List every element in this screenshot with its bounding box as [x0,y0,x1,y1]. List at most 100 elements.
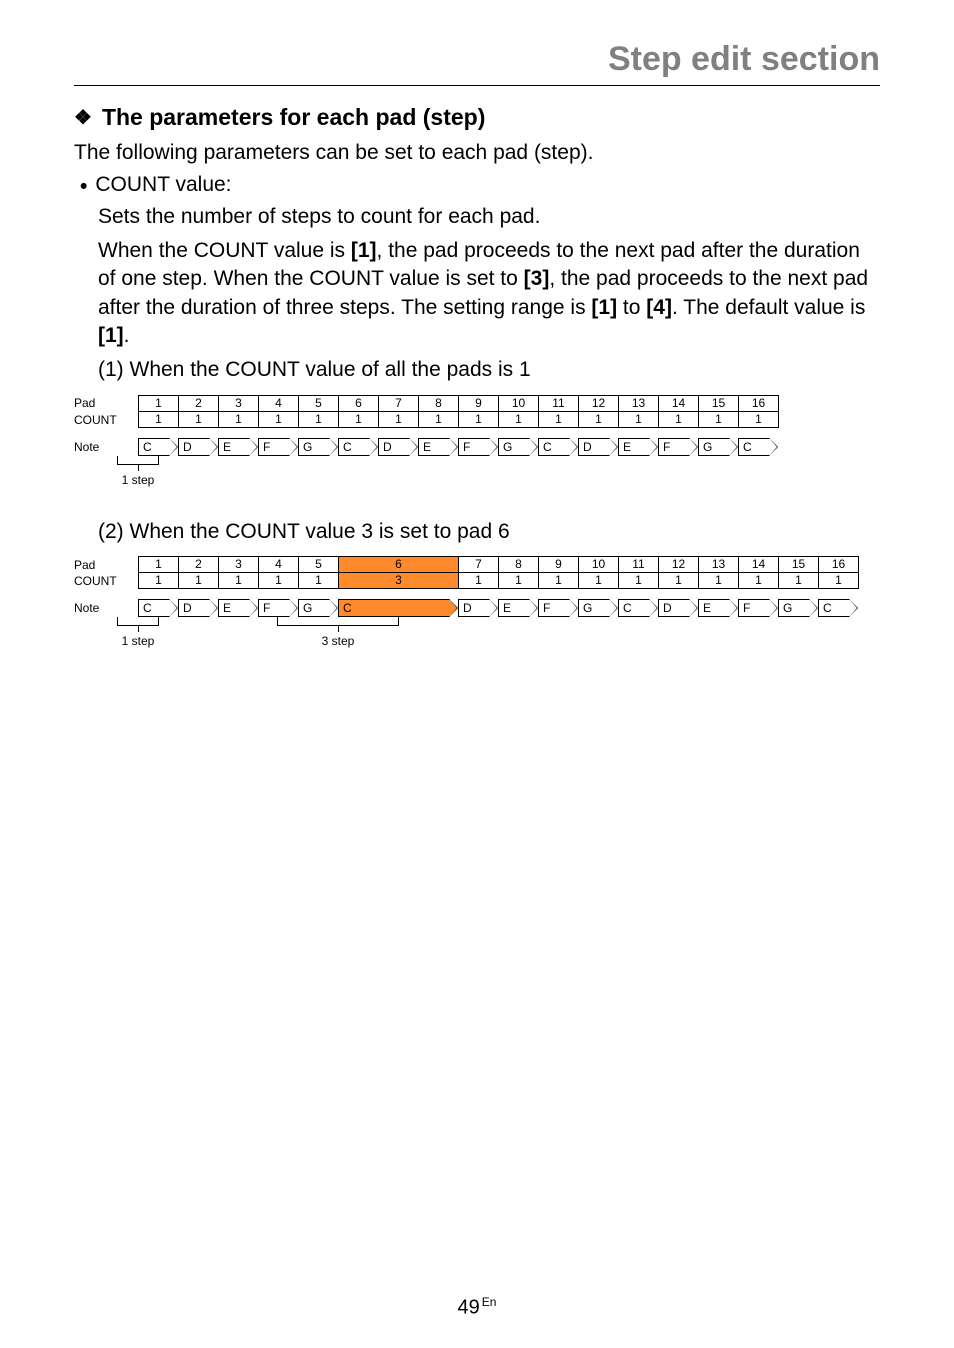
note-arrow: F [258,438,290,456]
note-arrow: D [578,438,610,456]
bold-1b: [1] [591,296,617,319]
table-cell: 1 [259,573,299,589]
page-lang: En [482,1295,497,1309]
table-cell: 1 [219,412,259,428]
table-cell: 1 [139,412,179,428]
count-value-item: • COUNT value: [74,173,880,200]
table-cell: 1 [419,412,459,428]
subheading-text: The parameters for each pad (step) [102,104,485,131]
table-cell: 15 [699,396,739,412]
note-arrow: C [738,438,770,456]
count-row: 1111131111111111 [138,573,859,589]
table-cell: 4 [259,396,299,412]
table-cell: 6 [339,396,379,412]
note-arrow: F [658,438,690,456]
pad-label: Pad [74,558,138,572]
case1-title: (1) When the COUNT value of all the pads… [74,356,880,384]
note-arrow: G [498,438,530,456]
note-arrow: D [458,599,490,617]
table-cell: 12 [659,557,699,573]
note-arrow: E [418,438,450,456]
table-cell: 9 [459,396,499,412]
count-value-label: COUNT value: [95,173,231,200]
page-number-value: 49 [458,1297,480,1319]
pad-row: 12345678910111213141516 [138,556,859,573]
note-arrow: C [138,438,170,456]
table-cell: 2 [179,557,219,573]
table-cell: 16 [819,557,859,573]
bold-3: [3] [524,267,550,290]
diamond-bullet-icon: ❖ [74,105,92,130]
tick-icon [138,626,139,632]
page-number: 49En [0,1295,954,1320]
note-arrow: E [498,599,530,617]
note-arrow: D [658,599,690,617]
table-cell: 7 [459,557,499,573]
note-arrow: F [738,599,770,617]
table-cell: 10 [499,396,539,412]
table-cell: 2 [179,396,219,412]
step-marker-label: 1 step [122,634,155,648]
tick-icon [338,626,339,632]
case2-title: (2) When the COUNT value 3 is set to pad… [74,518,880,546]
step-marker-label: 3 step [322,634,355,648]
note-arrows: CDEFGCDEFGCDEFGC1 step3 step [138,599,858,617]
table-cell: 1 [539,412,579,428]
table-cell: 9 [539,557,579,573]
table-cell: 1 [139,557,179,573]
t: to [617,296,646,319]
note-arrow: F [258,599,290,617]
table-cell: 14 [739,557,779,573]
note-arrow: C [818,599,850,617]
note-arrow: C [338,438,370,456]
table-cell: 8 [419,396,459,412]
table-cell: 1 [139,396,179,412]
note-arrow: E [218,599,250,617]
note-label: Note [74,601,138,615]
note-arrow: G [778,599,810,617]
bold-1: [1] [351,239,377,262]
note-arrow: C [338,599,450,617]
table-cell: 3 [219,396,259,412]
table-cell: 1 [179,412,219,428]
table-cell: 1 [579,412,619,428]
note-arrow: C [538,438,570,456]
subheading: ❖ The parameters for each pad (step) [74,104,880,131]
note-arrow: G [298,438,330,456]
table-cell: 1 [579,573,619,589]
table-cell: 1 [179,573,219,589]
bracket-icon [277,617,399,626]
table-cell: 10 [579,557,619,573]
note-arrow: F [538,599,570,617]
note-arrow: E [698,599,730,617]
step-marker-label: 1 step [122,473,155,487]
bold-4: [4] [646,296,672,319]
table-cell: 1 [299,412,339,428]
t: . [124,324,130,347]
table-cell: 1 [739,412,779,428]
table-cell: 1 [699,412,739,428]
t: . The default value is [672,296,865,319]
table-cell: 1 [659,412,699,428]
table-cell: 1 [779,573,819,589]
table-cell: 12 [579,396,619,412]
note-arrow: G [698,438,730,456]
page-title: Step edit section [74,40,880,79]
note-arrows: CDEFGCDEFGCDEFGC1 step [138,438,778,456]
table-cell: 1 [739,573,779,589]
count-desc-1: Sets the number of steps to count for ea… [74,203,880,231]
table-cell: 13 [699,557,739,573]
table-cell: 1 [339,412,379,428]
note-label: Note [74,440,138,454]
tick-icon [138,465,139,471]
table-cell: 1 [459,412,499,428]
table-cell: 1 [539,573,579,589]
note-arrow: G [578,599,610,617]
table-cell: 1 [619,412,659,428]
table-cell: 1 [499,573,539,589]
table-cell: 4 [259,557,299,573]
t: When the COUNT value is [98,239,351,262]
diagram-1: Pad12345678910111213141516COUNT111111111… [74,395,880,492]
table-cell: 13 [619,396,659,412]
table-cell: 6 [339,557,459,573]
